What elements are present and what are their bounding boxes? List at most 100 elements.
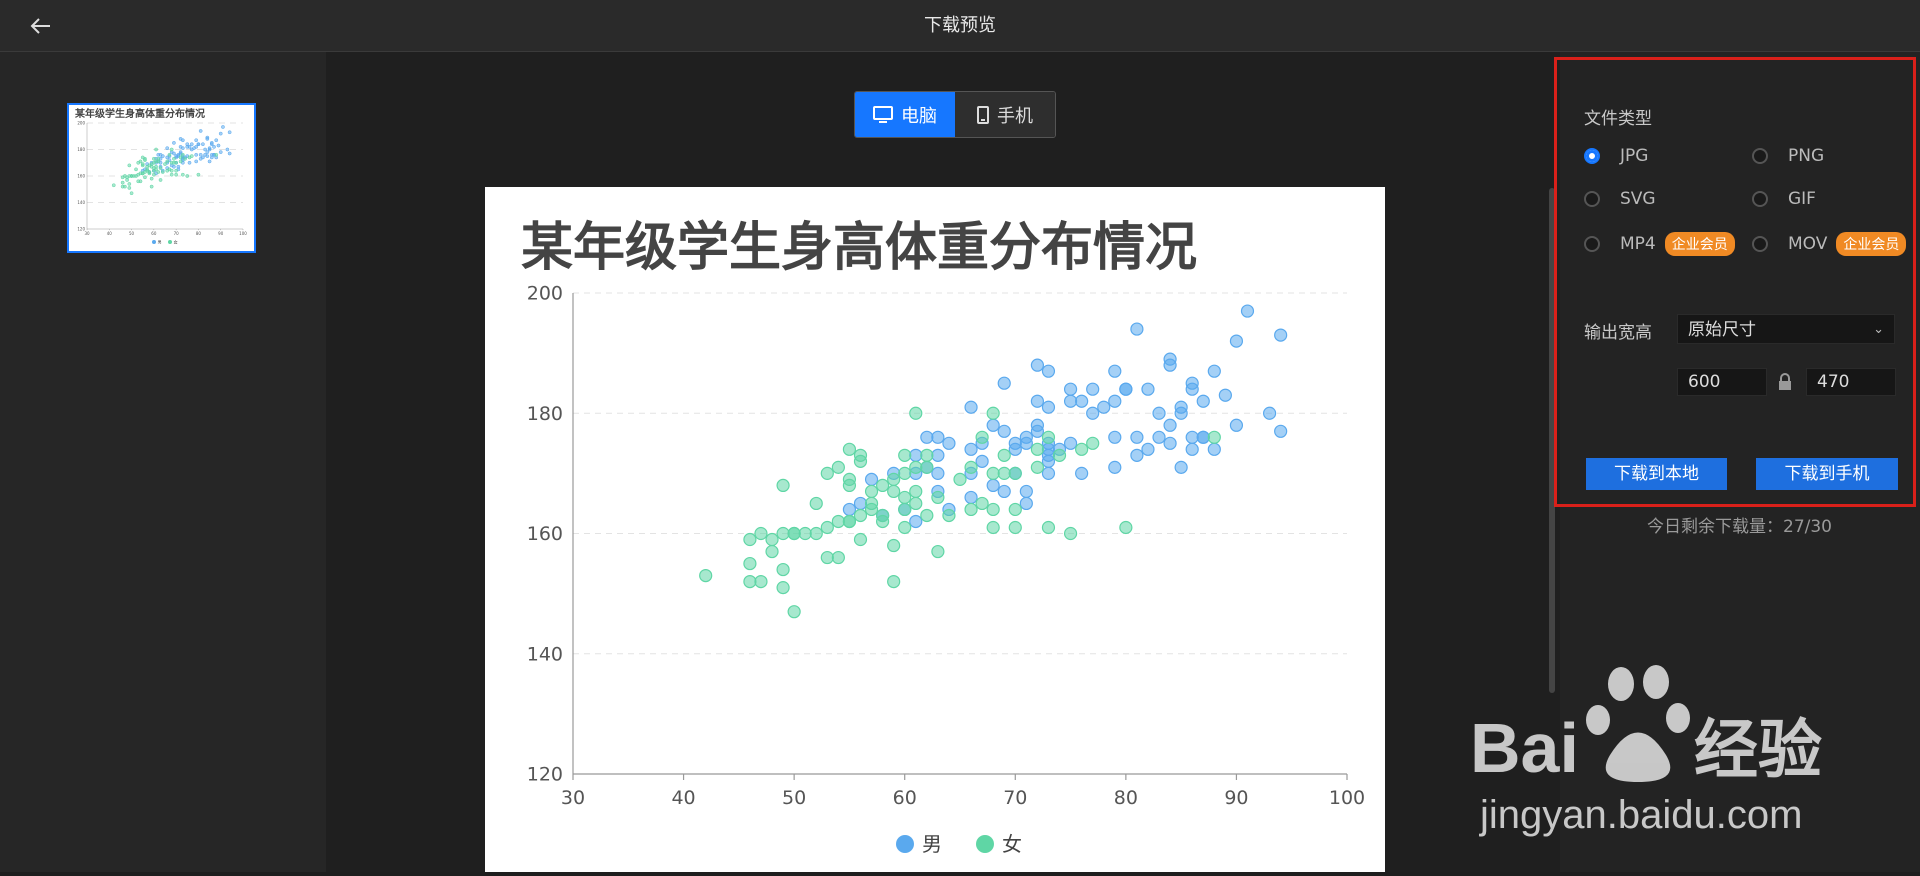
x-tick-label: 30: [84, 231, 90, 236]
male-point: [216, 143, 221, 148]
male-point: [931, 448, 945, 462]
radio-svg[interactable]: SVG: [1584, 189, 1656, 209]
radio-label-svg: SVG: [1620, 189, 1656, 209]
x-tick-label: 50: [129, 231, 135, 236]
male-point: [1174, 406, 1188, 420]
female-point: [909, 460, 923, 474]
female-point: [111, 183, 116, 188]
female-point: [134, 167, 138, 172]
radio-gif[interactable]: GIF: [1752, 189, 1816, 209]
preview-scrollbar[interactable]: [1549, 188, 1555, 693]
female-point: [127, 186, 132, 190]
baidu-paw-logo: Bai 经验 jingyan.baidu.com: [1470, 665, 1822, 837]
legend-marker: [976, 835, 994, 853]
x-tick-label: 70: [174, 231, 180, 236]
mobile-tab[interactable]: 手机: [955, 92, 1055, 137]
female-point: [154, 159, 158, 164]
male-point: [201, 142, 205, 147]
female-point: [1041, 520, 1056, 535]
x-tick-label: 90: [218, 231, 224, 236]
male-point: [1185, 382, 1199, 396]
male-point: [931, 466, 945, 480]
male-point: [196, 142, 201, 147]
male-point: [1063, 382, 1078, 396]
male-point: [1207, 364, 1221, 378]
female-point: [864, 502, 879, 517]
male-point: [180, 146, 185, 151]
male-point: [964, 400, 978, 414]
size-select[interactable]: 原始尺寸 ⌄: [1677, 314, 1895, 344]
male-point: [1019, 496, 1033, 511]
radio-jpg[interactable]: JPG: [1584, 146, 1648, 166]
female-point: [820, 550, 834, 565]
female-point: [174, 168, 178, 173]
radio-label-mp4: MP4: [1620, 234, 1656, 254]
male-point: [205, 154, 210, 158]
width-input[interactable]: [1677, 368, 1767, 396]
top-bar: 下载预览: [0, 0, 1920, 52]
height-input[interactable]: [1806, 368, 1896, 396]
radio-label-jpg: JPG: [1620, 146, 1649, 166]
female-point: [986, 406, 1000, 420]
female-point: [180, 172, 185, 177]
female-point: [125, 178, 129, 182]
female-point: [831, 514, 845, 529]
female-point: [174, 160, 178, 165]
legend-label: 女: [174, 238, 178, 244]
female-point: [776, 562, 790, 577]
male-point: [1130, 430, 1144, 444]
chart-thumbnail[interactable]: 某年级学生身高体重分布情况 120 140 160 180 200 30 40 50 60 70 80…: [67, 103, 256, 253]
lock-icon[interactable]: [1778, 373, 1792, 391]
download-mobile-button[interactable]: 下载到手机: [1756, 458, 1898, 490]
male-point: [180, 138, 185, 143]
male-point: [997, 484, 1011, 499]
female-point: [776, 478, 790, 492]
desktop-tab[interactable]: 电脑: [855, 92, 955, 137]
male-point: [931, 430, 945, 444]
download-quota: 今日剩余下载量：27/30: [1647, 517, 1832, 537]
male-point: [997, 376, 1011, 390]
male-point: [975, 454, 989, 468]
x-tick-label: 90: [1224, 787, 1248, 809]
chart-title: 某年级学生身高体重分布情况: [521, 218, 1197, 278]
male-point: [212, 145, 216, 149]
female-point: [129, 191, 134, 196]
male-point: [1196, 430, 1210, 444]
male-point: [1108, 460, 1122, 474]
x-tick-label: 60: [151, 231, 157, 236]
radio-mp4[interactable]: MP4 企业会员: [1584, 232, 1735, 256]
radio-png[interactable]: PNG: [1752, 146, 1824, 166]
male-point: [1075, 394, 1089, 408]
radio-label-mov: MOV: [1788, 234, 1828, 254]
male-point: [189, 147, 194, 152]
male-point: [1063, 394, 1078, 408]
female-point: [1052, 448, 1067, 462]
legend-label: 女: [1002, 832, 1022, 856]
female-point: [154, 147, 158, 152]
male-point: [1030, 394, 1045, 408]
female-point: [1008, 520, 1022, 535]
female-point: [820, 520, 834, 535]
download-local-button[interactable]: 下载到本地: [1586, 458, 1727, 490]
female-point: [898, 448, 912, 462]
male-point: [1108, 430, 1122, 444]
x-tick-label: 30: [561, 787, 585, 809]
radio-mov[interactable]: MOV 企业会员: [1752, 232, 1907, 256]
female-point: [887, 575, 901, 589]
female-point: [140, 171, 145, 176]
female-point: [898, 502, 912, 517]
male-point: [909, 514, 923, 529]
svg-text:经验: 经验: [1694, 714, 1822, 786]
watermark-url: jingyan.baidu.com: [1479, 793, 1802, 837]
female-point: [169, 147, 174, 152]
male-point: [1196, 394, 1210, 408]
female-point: [140, 163, 145, 168]
female-point: [853, 454, 868, 468]
female-point: [909, 406, 923, 420]
male-point: [165, 146, 170, 151]
female-point: [942, 508, 956, 523]
y-tick-label: 140: [527, 643, 563, 665]
female-point: [185, 174, 190, 178]
male-point: [1008, 442, 1022, 456]
chart-preview: 某年级学生身高体重分布情况 120 140 160 180 200 30 40 50 60 70 80…: [485, 187, 1385, 872]
